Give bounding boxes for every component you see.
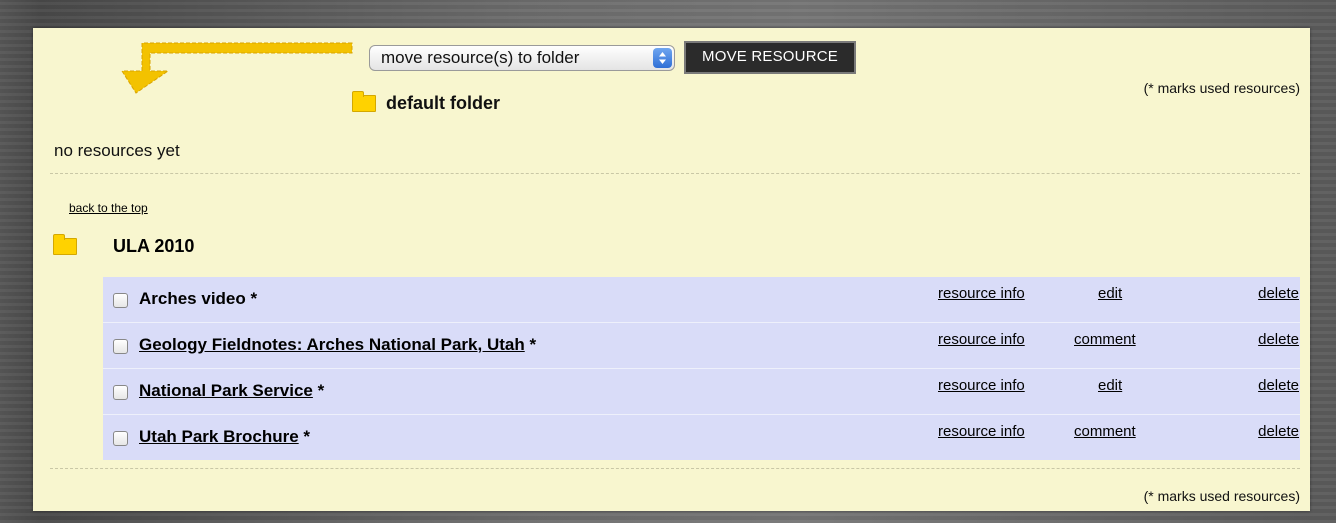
resource-title: Arches video * [139, 289, 257, 309]
resource-title: Geology Fieldnotes: Arches National Park… [139, 335, 536, 355]
resource-info-link[interactable]: resource info [938, 377, 1025, 394]
resource-checkbox[interactable] [113, 293, 128, 308]
used-marker: * [303, 427, 311, 446]
empty-folder-message: no resources yet [54, 141, 180, 160]
resource-checkbox[interactable] [113, 339, 128, 354]
used-marker: * [250, 289, 258, 308]
marks-used-note: (* marks used resources) [1143, 80, 1300, 96]
back-to-top-link[interactable]: back to the top [69, 201, 148, 215]
edit-link[interactable]: edit [1098, 377, 1122, 394]
move-to-folder-select-value: move resource(s) to folder [381, 48, 580, 67]
resource-title-link[interactable]: Geology Fieldnotes: Arches National Park… [139, 335, 525, 354]
delete-link[interactable]: delete [1258, 423, 1299, 440]
arrow-down-left-icon [121, 42, 353, 94]
used-marker: * [317, 381, 325, 400]
resource-list: Arches video * resource info edit delete… [103, 277, 1300, 460]
folder-title: ULA 2010 [113, 236, 195, 256]
used-marker: * [529, 335, 537, 354]
resource-info-link[interactable]: resource info [938, 285, 1025, 302]
select-stepper-icon [653, 48, 672, 68]
resource-title-text: Arches video [139, 289, 246, 308]
move-to-folder-select[interactable]: move resource(s) to folder [369, 45, 675, 71]
marks-used-note-footer: (* marks used resources) [1143, 488, 1300, 504]
delete-link[interactable]: delete [1258, 377, 1299, 394]
resource-info-link[interactable]: resource info [938, 423, 1025, 440]
resource-checkbox[interactable] [113, 385, 128, 400]
folder-icon [352, 91, 376, 112]
resources-panel: move resource(s) to folder MOVE RESOURCE… [33, 28, 1310, 511]
resource-row: National Park Service * resource info ed… [103, 368, 1300, 414]
resource-row: Arches video * resource info edit delete [103, 277, 1300, 322]
resource-title-link[interactable]: Utah Park Brochure [139, 427, 299, 446]
delete-link[interactable]: delete [1258, 285, 1299, 302]
resource-row: Geology Fieldnotes: Arches National Park… [103, 322, 1300, 368]
move-resource-button[interactable]: MOVE RESOURCE [684, 41, 856, 74]
comment-link[interactable]: comment [1074, 423, 1136, 440]
delete-link[interactable]: delete [1258, 331, 1299, 348]
resource-title: National Park Service * [139, 381, 324, 401]
resource-title-link[interactable]: National Park Service [139, 381, 313, 400]
resource-row: Utah Park Brochure * resource info comme… [103, 414, 1300, 460]
resource-info-link[interactable]: resource info [938, 331, 1025, 348]
folder-icon [53, 234, 77, 255]
divider [50, 468, 1300, 469]
edit-link[interactable]: edit [1098, 285, 1122, 302]
resource-checkbox[interactable] [113, 431, 128, 446]
resource-title: Utah Park Brochure * [139, 427, 310, 447]
default-folder-label: default folder [386, 93, 501, 113]
divider [50, 173, 1300, 174]
comment-link[interactable]: comment [1074, 331, 1136, 348]
